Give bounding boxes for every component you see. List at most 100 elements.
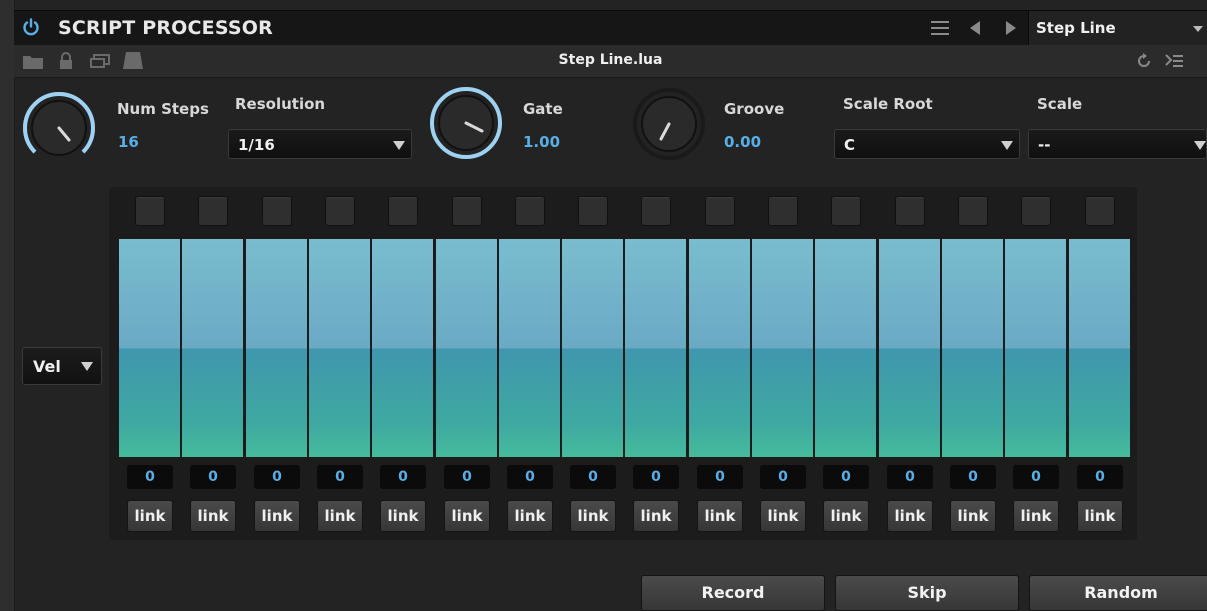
scale-root-select[interactable]: C <box>834 129 1020 159</box>
step-bar[interactable] <box>1069 239 1130 457</box>
step-link-button[interactable]: link <box>887 500 933 532</box>
step-bar[interactable] <box>625 239 686 457</box>
step-toggle-button[interactable] <box>641 196 671 226</box>
step-value[interactable]: 0 <box>190 465 236 489</box>
step-toggle-button[interactable] <box>578 196 608 226</box>
step-toggle-button[interactable] <box>515 196 545 226</box>
step-value[interactable]: 0 <box>1077 465 1123 489</box>
scale-value: -- <box>1038 136 1051 154</box>
step-bar[interactable] <box>752 239 813 457</box>
step-value[interactable]: 0 <box>127 465 173 489</box>
resolution-label: Resolution <box>235 95 326 113</box>
step-toggle-button[interactable] <box>831 196 861 226</box>
step-value[interactable]: 0 <box>697 465 743 489</box>
step-toggle-button[interactable] <box>1021 196 1051 226</box>
step-bar[interactable] <box>436 239 497 457</box>
next-preset-icon[interactable] <box>1006 21 1016 35</box>
left-edge-strip <box>0 0 15 611</box>
step-bar[interactable] <box>562 239 623 457</box>
step-bar[interactable] <box>119 239 180 457</box>
step-value[interactable]: 0 <box>444 465 490 489</box>
step-bar[interactable] <box>246 239 307 457</box>
step-bar[interactable] <box>689 239 750 457</box>
scale-select[interactable]: -- <box>1028 129 1207 159</box>
chevron-down-icon <box>393 141 405 150</box>
step-link-button[interactable]: link <box>317 500 363 532</box>
step-toggle-button[interactable] <box>325 196 355 226</box>
step-value[interactable]: 0 <box>1013 465 1059 489</box>
step-bar[interactable] <box>815 239 876 457</box>
step-link-button[interactable]: link <box>570 500 616 532</box>
step-link-button[interactable]: link <box>254 500 300 532</box>
step-bar[interactable] <box>499 239 560 457</box>
step-bar[interactable] <box>942 239 1003 457</box>
gate-value[interactable]: 1.00 <box>523 133 560 151</box>
step-toggle-button[interactable] <box>1085 196 1115 226</box>
menu-icon[interactable] <box>931 21 949 35</box>
record-button[interactable]: Record <box>641 575 825 611</box>
random-button[interactable]: Random <box>1029 575 1207 611</box>
preset-select[interactable]: Step Line <box>1028 11 1207 45</box>
step-bar[interactable] <box>309 239 370 457</box>
step-link-button[interactable]: link <box>950 500 996 532</box>
groove-knob[interactable] <box>631 86 707 162</box>
step-toggle-button[interactable] <box>198 196 228 226</box>
step-link-button[interactable]: link <box>380 500 426 532</box>
step-toggle-button[interactable] <box>768 196 798 226</box>
chevron-down-icon <box>81 362 93 371</box>
step-value[interactable]: 0 <box>507 465 553 489</box>
step-toggle-button[interactable] <box>262 196 292 226</box>
step-link-button[interactable]: link <box>823 500 869 532</box>
step-link-button[interactable]: link <box>1013 500 1059 532</box>
step-bar[interactable] <box>1005 239 1066 457</box>
preset-name: Step Line <box>1036 19 1116 37</box>
power-icon[interactable] <box>22 18 40 36</box>
step-bar[interactable] <box>372 239 433 457</box>
page-title: SCRIPT PROCESSOR <box>58 17 273 39</box>
step-value[interactable]: 0 <box>887 465 933 489</box>
step-toggle-button[interactable] <box>452 196 482 226</box>
step-toggle-button[interactable] <box>135 196 165 226</box>
step-link-button[interactable]: link <box>444 500 490 532</box>
parameter-mode-select[interactable]: Vel <box>22 347 102 385</box>
step-value[interactable]: 0 <box>317 465 363 489</box>
step-bar[interactable] <box>879 239 940 457</box>
chevron-down-icon <box>1001 141 1013 150</box>
script-toolbar: Step Line.lua <box>14 45 1207 78</box>
reload-icon[interactable] <box>1136 53 1152 69</box>
num-steps-value[interactable]: 16 <box>118 133 139 151</box>
num-steps-knob[interactable] <box>21 90 97 166</box>
step-value[interactable]: 0 <box>633 465 679 489</box>
step-link-button[interactable]: link <box>190 500 236 532</box>
step-link-button[interactable]: link <box>1077 500 1123 532</box>
step-value[interactable]: 0 <box>950 465 996 489</box>
step-link-button[interactable]: link <box>760 500 806 532</box>
step-toggle-button[interactable] <box>895 196 925 226</box>
step-value[interactable]: 0 <box>570 465 616 489</box>
step-value[interactable]: 0 <box>254 465 300 489</box>
step-toggle-button[interactable] <box>705 196 735 226</box>
resolution-select[interactable]: 1/16 <box>228 129 412 159</box>
step-toggle-button[interactable] <box>958 196 988 226</box>
step-link-button[interactable]: link <box>697 500 743 532</box>
chevron-down-icon <box>1194 141 1206 150</box>
step-value[interactable]: 0 <box>823 465 869 489</box>
scale-root-label: Scale Root <box>843 95 933 113</box>
groove-value[interactable]: 0.00 <box>724 133 761 151</box>
step-link-button[interactable]: link <box>633 500 679 532</box>
step-bar[interactable] <box>182 239 243 457</box>
parameter-mode-value: Vel <box>33 357 61 376</box>
step-link-button[interactable]: link <box>127 500 173 532</box>
gate-knob[interactable] <box>428 85 504 161</box>
step-link-button[interactable]: link <box>507 500 553 532</box>
code-editor-icon[interactable] <box>1165 53 1183 69</box>
title-bar: SCRIPT PROCESSOR Step Line <box>14 10 1207 45</box>
step-value[interactable]: 0 <box>760 465 806 489</box>
scale-root-value: C <box>844 136 856 154</box>
skip-button[interactable]: Skip <box>835 575 1019 611</box>
gate-label: Gate <box>523 100 563 118</box>
step-toggle-button[interactable] <box>388 196 418 226</box>
previous-preset-icon[interactable] <box>970 21 980 35</box>
resolution-value: 1/16 <box>238 136 275 154</box>
step-value[interactable]: 0 <box>380 465 426 489</box>
